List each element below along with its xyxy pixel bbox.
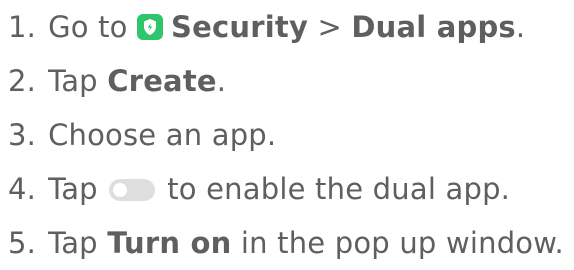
step-text-after: in the pop up window. <box>240 226 564 260</box>
dual-apps-label: Dual apps <box>351 10 516 44</box>
step-number: 4. <box>8 172 37 206</box>
step-punct: . <box>216 64 227 98</box>
step-text: Choose an app. <box>48 118 277 152</box>
step-number: 5. <box>8 226 37 260</box>
step-number: 1. <box>8 10 37 44</box>
toggle-switch-icon <box>109 179 156 201</box>
step-number: 2. <box>8 64 37 98</box>
step-text-after: to enable the dual app. <box>167 172 511 206</box>
security-app-icon <box>137 14 164 40</box>
step-2: 2. Tap Create. <box>8 54 574 108</box>
shield-icon <box>144 19 157 35</box>
step-1: 1. Go to Security > Dual apps. <box>8 0 574 54</box>
step-punct: . <box>515 10 526 44</box>
step-text: Tap <box>48 172 98 206</box>
menu-separator: > <box>317 10 342 44</box>
security-app-name: Security <box>171 10 309 44</box>
turn-on-label: Turn on <box>107 226 232 260</box>
toggle-knob <box>113 183 128 197</box>
step-text: Tap <box>48 64 98 98</box>
step-5: 5. Tap Turn on in the pop up window. <box>8 216 574 270</box>
instruction-steps: 1. Go to Security > Dual apps. 2. Tap Crea… <box>8 0 574 270</box>
step-text: Go to <box>48 10 128 44</box>
step-text: Tap <box>48 226 98 260</box>
step-number: 3. <box>8 118 37 152</box>
step-4: 4. Tap to enable the dual app. <box>8 162 574 216</box>
create-label: Create <box>107 64 217 98</box>
step-3: 3. Choose an app. <box>8 108 574 162</box>
